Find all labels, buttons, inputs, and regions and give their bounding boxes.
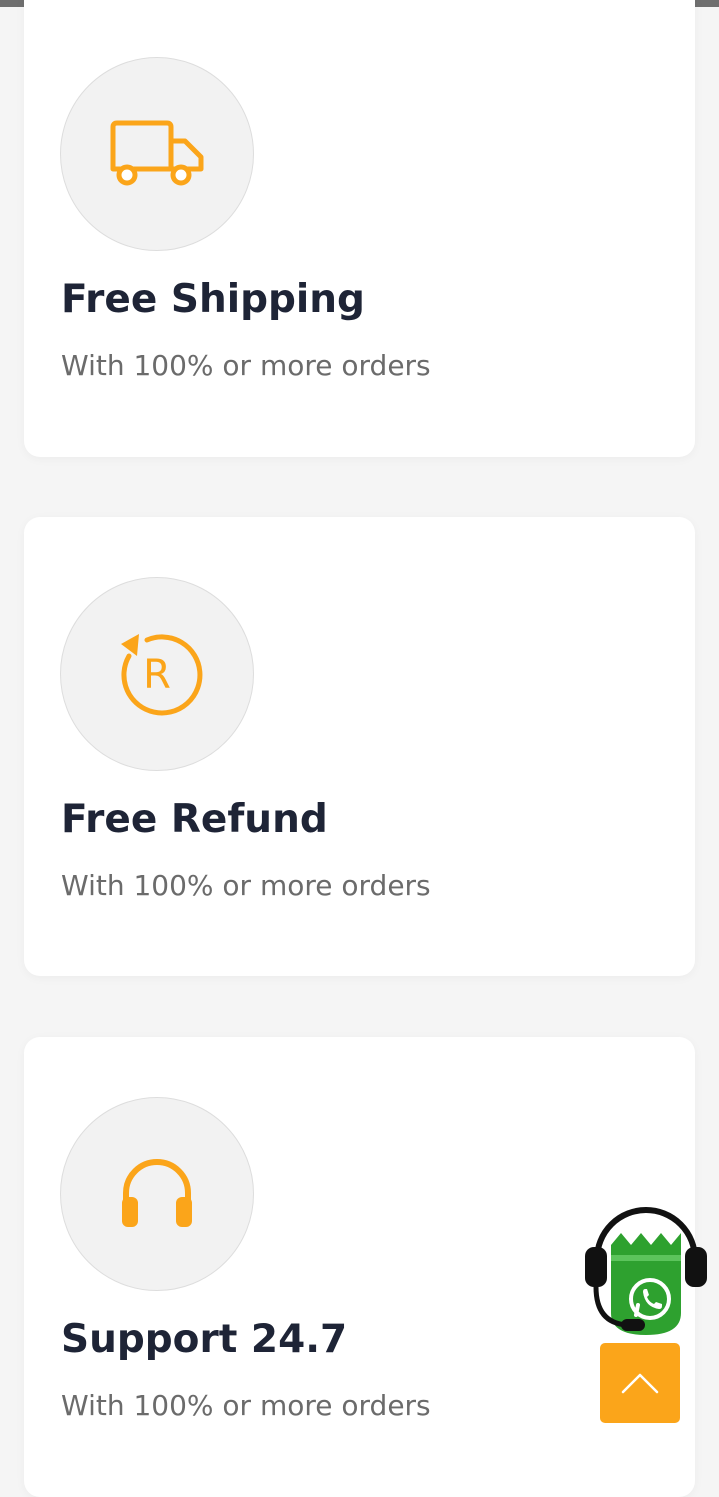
feature-subtitle: With 100% or more orders bbox=[61, 349, 431, 382]
feature-title: Support 24.7 bbox=[61, 1317, 348, 1362]
feature-card-free-shipping: Free Shipping With 100% or more orders bbox=[24, 0, 695, 457]
feature-title: Free Refund bbox=[61, 797, 328, 842]
icon-circle bbox=[60, 57, 254, 251]
feature-card-free-refund: R Free Refund With 100% or more orders bbox=[24, 517, 695, 976]
headphones-icon bbox=[122, 1159, 192, 1227]
truck-icon bbox=[110, 120, 204, 186]
feature-title: Free Shipping bbox=[61, 277, 365, 322]
whatsapp-support-icon bbox=[585, 1207, 707, 1335]
feature-subtitle: With 100% or more orders bbox=[61, 1389, 431, 1422]
chevron-up-icon bbox=[621, 1373, 659, 1394]
icon-circle bbox=[60, 1097, 254, 1291]
refund-icon: R bbox=[121, 634, 203, 716]
refund-icon-letter: R bbox=[143, 652, 171, 698]
icon-circle: R bbox=[60, 577, 254, 771]
feature-subtitle: With 100% or more orders bbox=[61, 869, 431, 902]
scroll-to-top-button[interactable] bbox=[600, 1343, 680, 1423]
whatsapp-chat-button[interactable] bbox=[583, 1205, 709, 1337]
